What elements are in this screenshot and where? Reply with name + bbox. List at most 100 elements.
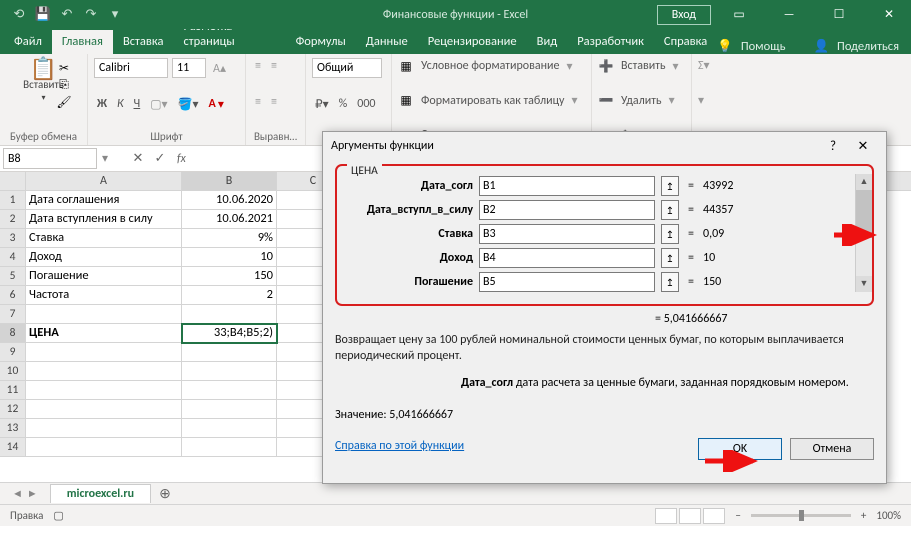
cell[interactable] <box>26 381 182 400</box>
cell[interactable] <box>182 438 277 457</box>
row-header[interactable]: 9 <box>0 343 26 362</box>
fill-icon[interactable]: ▾ <box>698 93 704 108</box>
zoom-slider[interactable] <box>751 514 851 517</box>
cell[interactable]: 10 <box>182 248 277 267</box>
tab-help[interactable]: Справка <box>654 30 717 54</box>
increase-font-icon[interactable]: A▴ <box>210 60 229 77</box>
cancel-button[interactable]: Отмена <box>790 438 874 460</box>
zoom-value[interactable]: 100% <box>876 509 901 522</box>
row-header[interactable]: 6 <box>0 286 26 305</box>
save-icon[interactable]: 💾 <box>32 4 54 26</box>
row-header[interactable]: 10 <box>0 362 26 381</box>
fx-icon[interactable]: fx <box>171 152 192 166</box>
close-icon[interactable]: ✕ <box>867 0 911 29</box>
sheet-tab[interactable]: microexcel.ru <box>50 484 151 503</box>
range-select-icon[interactable]: ↥ <box>661 176 679 196</box>
range-select-icon[interactable]: ↥ <box>661 224 679 244</box>
comma-icon[interactable]: 000 <box>354 96 378 112</box>
align-center-icon[interactable]: ≡ <box>268 94 280 110</box>
row-header[interactable]: 8 <box>0 324 26 343</box>
view-normal-icon[interactable] <box>655 508 677 524</box>
col-header-A[interactable]: A <box>26 172 182 190</box>
dialog-close-icon[interactable]: ✕ <box>848 139 878 154</box>
tab-developer[interactable]: Разработчик <box>567 30 654 54</box>
active-cell[interactable]: 33;B4;B5;2) <box>182 324 277 343</box>
cell[interactable]: 10.06.2020 <box>182 191 277 210</box>
arg-input[interactable] <box>479 272 655 292</box>
row-header[interactable]: 14 <box>0 438 26 457</box>
scroll-down-icon[interactable]: ▼ <box>856 276 872 292</box>
row-header[interactable]: 12 <box>0 400 26 419</box>
range-select-icon[interactable]: ↥ <box>661 200 679 220</box>
tab-view[interactable]: Вид <box>527 30 568 54</box>
qat-dropdown-icon[interactable]: ▾ <box>104 4 126 26</box>
percent-icon[interactable]: % <box>336 96 351 112</box>
delete-cells-button[interactable]: Удалить <box>618 93 665 109</box>
row-header[interactable]: 1 <box>0 191 26 210</box>
cut-icon[interactable]: ✂ <box>56 60 72 76</box>
align-left-icon[interactable]: ≡ <box>252 94 264 110</box>
accept-formula-icon[interactable]: ✓ <box>149 151 171 166</box>
font-name-select[interactable] <box>94 58 168 78</box>
italic-button[interactable]: К <box>114 96 127 112</box>
autosum-icon[interactable]: Σ▾ <box>698 58 710 73</box>
conditional-formatting-button[interactable]: Условное форматирование <box>418 58 562 74</box>
cell[interactable]: 10.06.2021 <box>182 210 277 229</box>
view-pagelayout-icon[interactable] <box>679 508 701 524</box>
tab-review[interactable]: Рецензирование <box>418 30 527 54</box>
signin-button[interactable]: Вход <box>657 5 711 25</box>
lightbulb-icon[interactable]: 💡 <box>717 39 733 54</box>
cell[interactable] <box>26 305 182 324</box>
autosave-icon[interactable]: ⟲ <box>8 4 30 26</box>
sheet-prev-icon[interactable]: ◄ <box>12 487 23 500</box>
cell[interactable] <box>182 305 277 324</box>
align-top-icon[interactable]: ≡ <box>252 58 264 74</box>
dialog-help-icon[interactable]: ? <box>818 139 848 154</box>
copy-icon[interactable]: ⎘ <box>56 77 72 93</box>
share-label[interactable]: Поделиться <box>837 39 899 54</box>
cell[interactable] <box>182 343 277 362</box>
minimize-icon[interactable]: — <box>767 0 811 29</box>
tab-home[interactable]: Главная <box>52 30 113 54</box>
range-select-icon[interactable]: ↥ <box>661 272 679 292</box>
undo-icon[interactable]: ↶ <box>56 4 78 26</box>
cell[interactable]: Погашение <box>26 267 182 286</box>
row-header[interactable]: 7 <box>0 305 26 324</box>
select-all-triangle[interactable] <box>0 172 26 190</box>
function-help-link[interactable]: Справка по этой функции <box>335 439 464 453</box>
cell[interactable]: 2 <box>182 286 277 305</box>
zoom-out-icon[interactable]: − <box>735 509 740 522</box>
cell[interactable]: Доход <box>26 248 182 267</box>
cell[interactable] <box>26 400 182 419</box>
cell[interactable] <box>182 362 277 381</box>
arg-input[interactable] <box>479 224 655 244</box>
cell[interactable] <box>182 381 277 400</box>
cell[interactable] <box>182 400 277 419</box>
cancel-formula-icon[interactable]: ✕ <box>127 151 149 166</box>
tab-insert[interactable]: Вставка <box>113 30 174 54</box>
underline-button[interactable]: Ч <box>131 96 144 112</box>
cell[interactable]: 150 <box>182 267 277 286</box>
view-pagebreak-icon[interactable] <box>703 508 725 524</box>
cell[interactable] <box>26 343 182 362</box>
tab-data[interactable]: Данные <box>356 30 418 54</box>
arg-input[interactable] <box>479 200 655 220</box>
row-header[interactable]: 5 <box>0 267 26 286</box>
cell[interactable]: Ставка <box>26 229 182 248</box>
namebox-dropdown-icon[interactable]: ▾ <box>97 151 113 166</box>
cell[interactable] <box>26 362 182 381</box>
cell[interactable]: 9% <box>182 229 277 248</box>
row-header[interactable]: 4 <box>0 248 26 267</box>
share-icon[interactable]: 👤 <box>813 39 829 54</box>
arg-input[interactable] <box>479 176 655 196</box>
formatpainter-icon[interactable]: 🖌 <box>56 94 72 110</box>
macro-record-icon[interactable]: ▢ <box>43 509 63 522</box>
cell[interactable]: Дата вступления в силу <box>26 210 182 229</box>
cell[interactable] <box>26 419 182 438</box>
tab-formulas[interactable]: Формулы <box>286 30 356 54</box>
number-format-select[interactable] <box>312 58 382 78</box>
border-button[interactable]: ▢▾ <box>147 96 170 113</box>
row-header[interactable]: 11 <box>0 381 26 400</box>
row-header[interactable]: 2 <box>0 210 26 229</box>
cell[interactable] <box>26 438 182 457</box>
